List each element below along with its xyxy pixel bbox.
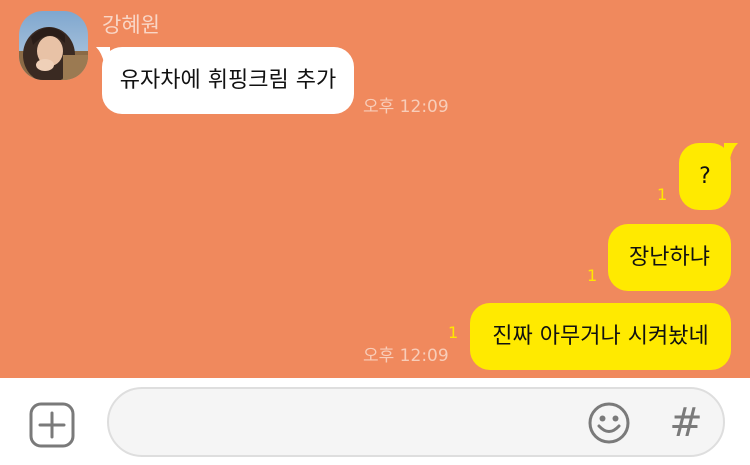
sender-avatar[interactable] (19, 11, 88, 80)
unread-count: 1 (657, 185, 668, 204)
avatar-photo (19, 11, 88, 80)
sender-name: 강혜원 (102, 13, 160, 37)
emoji-button[interactable] (587, 401, 631, 445)
message-timestamp: 오후 12:09 (363, 97, 449, 117)
attach-button[interactable] (29, 402, 75, 448)
unread-count: 1 (587, 266, 598, 285)
message-timestamp: 오후 12:09 (363, 346, 449, 366)
hashtag-search-button[interactable]: # (668, 401, 704, 445)
outgoing-message-bubble[interactable]: 진짜 아무거나 시켜놨네 (470, 303, 731, 370)
plus-icon (29, 402, 75, 448)
message-input[interactable] (107, 387, 725, 457)
chat-area: 강혜원 유자차에 휘핑크림 추가 오후 12:09 ? 1 장난하냐 1 진짜 … (0, 0, 750, 378)
incoming-message-bubble[interactable]: 유자차에 휘핑크림 추가 (102, 47, 354, 114)
outgoing-message-bubble[interactable]: ? (679, 143, 731, 210)
outgoing-message-bubble[interactable]: 장난하냐 (608, 224, 731, 291)
unread-count: 1 (448, 323, 459, 342)
smiley-icon (588, 402, 630, 444)
